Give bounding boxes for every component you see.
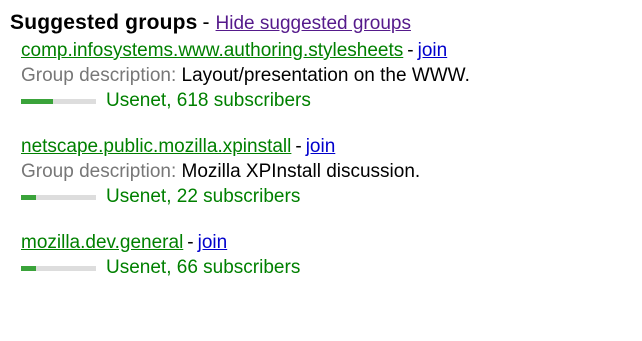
group-name-link[interactable]: netscape.public.mozilla.xpinstall [21, 136, 291, 157]
activity-fill [21, 195, 36, 200]
activity-fill [21, 99, 54, 104]
suggested-groups-title: Suggested groups [10, 11, 198, 34]
group-description-label: Group description: [21, 161, 177, 182]
group-title-line: comp.infosystems.www.authoring.styleshee… [21, 38, 636, 63]
activity-bar [21, 195, 96, 200]
group-description-text: Mozilla XPInstall discussion. [181, 161, 421, 182]
join-link[interactable]: join [198, 232, 228, 253]
group-name-link[interactable]: comp.infosystems.www.authoring.styleshee… [21, 40, 403, 61]
suggested-groups-panel: Suggested groups - Hide suggested groups c… [10, 8, 636, 280]
join-link[interactable]: join [306, 136, 336, 157]
activity-bar [21, 99, 96, 104]
title-separator: - [407, 40, 414, 61]
suggested-groups-header: Suggested groups - Hide suggested groups [10, 8, 636, 38]
join-link[interactable]: join [418, 40, 448, 61]
group-meta-line: Usenet, 618 subscribers [21, 88, 636, 113]
group-meta-line: Usenet, 22 subscribers [21, 184, 636, 209]
header-separator: - [202, 11, 210, 34]
title-separator: - [187, 232, 194, 253]
group-meta-text: Usenet, 66 subscribers [106, 257, 301, 278]
activity-fill [21, 266, 36, 271]
title-separator: - [295, 136, 302, 157]
group-description-text: Layout/presentation on the WWW. [181, 65, 470, 86]
group-title-line: mozilla.dev.general - join [21, 230, 636, 255]
hide-suggested-groups-link[interactable]: Hide suggested groups [216, 13, 411, 34]
group-description-line: Group description: Mozilla XPInstall dis… [21, 159, 636, 184]
group-meta-text: Usenet, 22 subscribers [106, 186, 301, 207]
group-description-line: Group description: Layout/presentation o… [21, 63, 636, 88]
group-item: comp.infosystems.www.authoring.styleshee… [21, 38, 636, 113]
group-item: netscape.public.mozilla.xpinstall - join G… [21, 134, 636, 209]
group-meta-text: Usenet, 618 subscribers [106, 90, 311, 111]
group-meta-line: Usenet, 66 subscribers [21, 255, 636, 280]
group-name-link[interactable]: mozilla.dev.general [21, 232, 183, 253]
group-description-label: Group description: [21, 65, 177, 86]
group-title-line: netscape.public.mozilla.xpinstall - join [21, 134, 636, 159]
group-item: mozilla.dev.general - join Usenet, 66 subs… [21, 230, 636, 280]
activity-bar [21, 266, 96, 271]
